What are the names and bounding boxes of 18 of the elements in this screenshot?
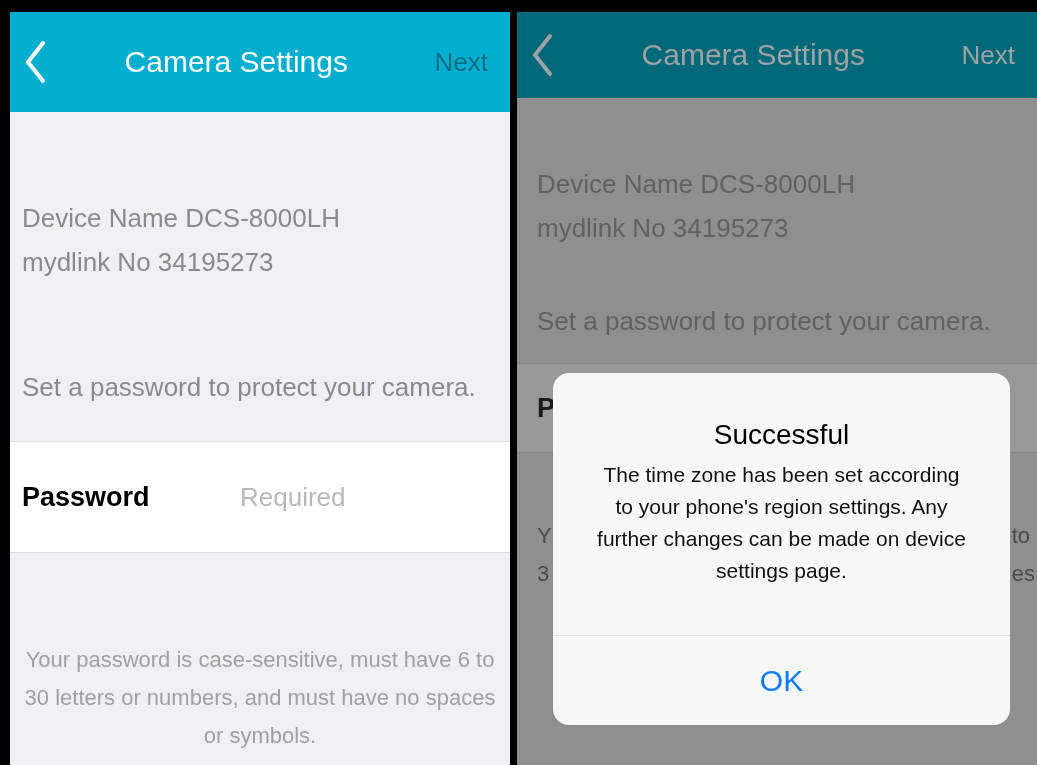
next-button[interactable]: Next — [953, 39, 1023, 71]
hint-fragment: to — [1011, 522, 1032, 550]
instruction-text: Set a password to protect your camera. — [21, 371, 477, 403]
device-name: Device Name DCS-8000LH — [22, 202, 341, 235]
back-icon[interactable] — [531, 33, 553, 77]
hint-fragment: es — [1011, 560, 1035, 588]
ok-button[interactable]: OK — [553, 635, 1010, 725]
hint-fragment: 3 — [537, 560, 551, 588]
screen-title: Camera Settings — [640, 38, 866, 72]
password-field[interactable]: Required — [238, 480, 482, 514]
password-label: P — [537, 392, 556, 424]
dialog-message: The time zone has been set according to your phone's region settings. Any further changes can be made on device settings page. — [596, 462, 967, 584]
mydlink-number: mydlink No 34195273 — [22, 246, 275, 279]
hint-fragment: Y — [537, 522, 552, 550]
password-hint: Your password is case-sensitive, must have 6 to 30 letters or numbers, and must have no spaces or symbols. — [23, 646, 497, 750]
dialog-title: Successful — [713, 419, 850, 451]
screen-title: Camera Settings — [123, 45, 349, 79]
password-label: Password — [22, 481, 151, 513]
